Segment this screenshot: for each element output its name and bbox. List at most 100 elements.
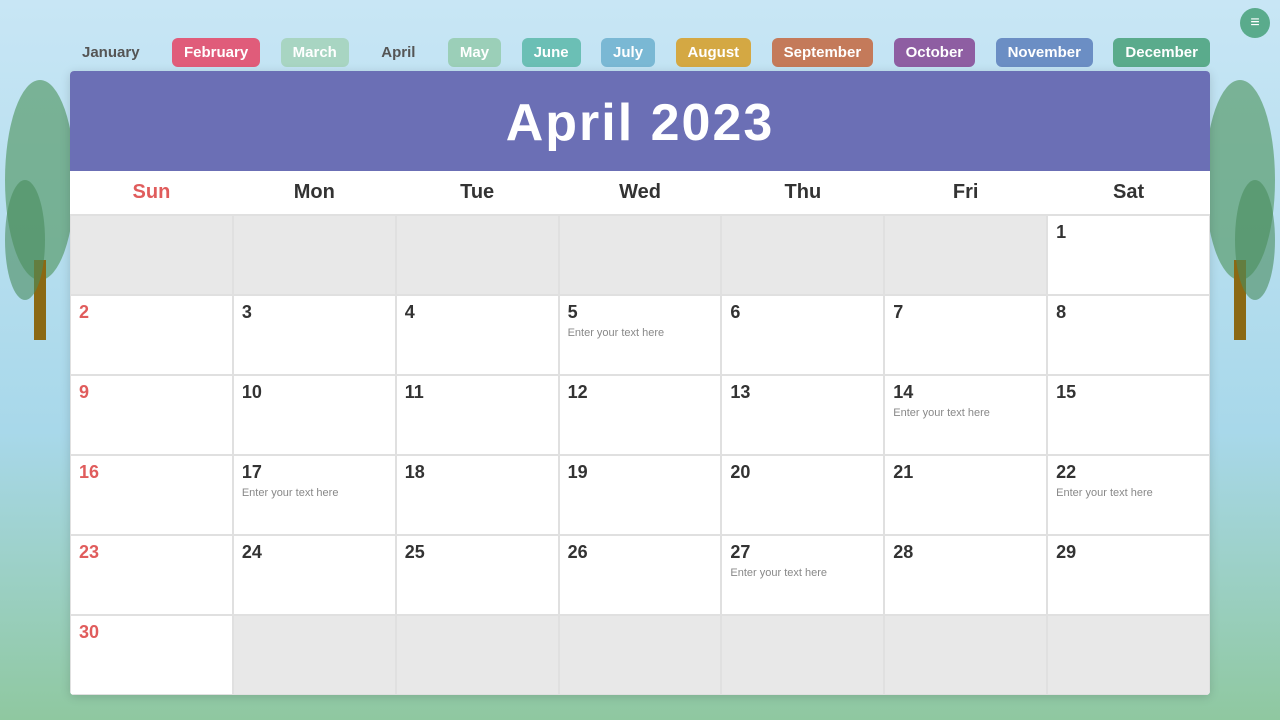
calendar-cell-28[interactable]: 28 <box>884 535 1047 615</box>
tab-september[interactable]: September <box>772 38 874 67</box>
day-number: 11 <box>405 382 550 403</box>
day-number: 2 <box>79 302 224 323</box>
calendar-cell-empty-2 <box>396 215 559 295</box>
calendar-cell-21[interactable]: 21 <box>884 455 1047 535</box>
day-number: 29 <box>1056 542 1201 563</box>
tab-november[interactable]: November <box>996 38 1093 67</box>
tab-october[interactable]: October <box>894 38 976 67</box>
day-number: 10 <box>242 382 387 403</box>
calendar-cell-8[interactable]: 8 <box>1047 295 1210 375</box>
cell-event-text[interactable]: Enter your text here <box>1056 487 1201 499</box>
calendar-cell-30[interactable]: 30 <box>70 615 233 695</box>
day-header-thu: Thu <box>721 171 884 214</box>
calendar-cell-1[interactable]: 1 <box>1047 215 1210 295</box>
calendar-cell-empty-39 <box>721 615 884 695</box>
calendar-cell-7[interactable]: 7 <box>884 295 1047 375</box>
tab-august[interactable]: August <box>676 38 752 67</box>
day-header-fri: Fri <box>884 171 1047 214</box>
day-number: 24 <box>242 542 387 563</box>
cell-event-text[interactable]: Enter your text here <box>568 327 713 339</box>
day-number: 12 <box>568 382 713 403</box>
calendar-cell-empty-1 <box>233 215 396 295</box>
day-number: 26 <box>568 542 713 563</box>
day-number: 17 <box>242 462 387 483</box>
calendar-cell-11[interactable]: 11 <box>396 375 559 455</box>
calendar-cell-3[interactable]: 3 <box>233 295 396 375</box>
calendar-cell-2[interactable]: 2 <box>70 295 233 375</box>
calendar-cell-empty-40 <box>884 615 1047 695</box>
month-tabs: January February March April May June July Augu… <box>70 38 1210 67</box>
day-number: 5 <box>568 302 713 323</box>
day-number: 7 <box>893 302 1038 323</box>
calendar-cell-18[interactable]: 18 <box>396 455 559 535</box>
day-header-tue: Tue <box>396 171 559 214</box>
day-header-sun: Sun <box>70 171 233 214</box>
day-number: 30 <box>79 622 224 643</box>
day-number: 21 <box>893 462 1038 483</box>
calendar-cell-10[interactable]: 10 <box>233 375 396 455</box>
cell-event-text[interactable]: Enter your text here <box>730 567 875 579</box>
cell-event-text[interactable]: Enter your text here <box>893 407 1038 419</box>
calendar-cell-14[interactable]: 14 Enter your text here <box>884 375 1047 455</box>
day-number: 4 <box>405 302 550 323</box>
day-number: 13 <box>730 382 875 403</box>
day-number: 1 <box>1056 222 1201 243</box>
tab-december[interactable]: December <box>1113 38 1210 67</box>
tab-july[interactable]: July <box>601 38 655 67</box>
calendar-cell-19[interactable]: 19 <box>559 455 722 535</box>
calendar-cell-23[interactable]: 23 <box>70 535 233 615</box>
calendar-cell-20[interactable]: 20 <box>721 455 884 535</box>
day-number: 27 <box>730 542 875 563</box>
calendar-cell-empty-36 <box>233 615 396 695</box>
day-number: 8 <box>1056 302 1201 323</box>
day-number: 9 <box>79 382 224 403</box>
calendar-cell-25[interactable]: 25 <box>396 535 559 615</box>
calendar-cell-13[interactable]: 13 <box>721 375 884 455</box>
calendar-cell-empty-5 <box>884 215 1047 295</box>
day-number: 23 <box>79 542 224 563</box>
calendar-cell-empty-41 <box>1047 615 1210 695</box>
day-number: 14 <box>893 382 1038 403</box>
day-number: 20 <box>730 462 875 483</box>
main-container: January February March April May June July Augu… <box>0 0 1280 720</box>
cell-event-text[interactable]: Enter your text here <box>242 487 387 499</box>
day-number: 25 <box>405 542 550 563</box>
calendar-cell-29[interactable]: 29 <box>1047 535 1210 615</box>
calendar-cell-12[interactable]: 12 <box>559 375 722 455</box>
day-header-wed: Wed <box>559 171 722 214</box>
calendar-cell-17[interactable]: 17 Enter your text here <box>233 455 396 535</box>
tab-april[interactable]: April <box>369 38 427 67</box>
tab-may[interactable]: May <box>448 38 501 67</box>
day-number: 28 <box>893 542 1038 563</box>
calendar-cell-5[interactable]: 5 Enter your text here <box>559 295 722 375</box>
day-number: 18 <box>405 462 550 483</box>
calendar-grid: 12345Enter your text here67891011121314E… <box>70 215 1210 695</box>
calendar-cell-26[interactable]: 26 <box>559 535 722 615</box>
calendar-cell-empty-4 <box>721 215 884 295</box>
day-number: 15 <box>1056 382 1201 403</box>
calendar-cell-6[interactable]: 6 <box>721 295 884 375</box>
calendar-cell-4[interactable]: 4 <box>396 295 559 375</box>
calendar-header: April 2023 ≡ <box>70 71 1210 171</box>
tab-march[interactable]: March <box>281 38 349 67</box>
calendar-cell-empty-38 <box>559 615 722 695</box>
day-number: 22 <box>1056 462 1201 483</box>
calendar-cell-27[interactable]: 27 Enter your text here <box>721 535 884 615</box>
day-number: 6 <box>730 302 875 323</box>
calendar-cell-24[interactable]: 24 <box>233 535 396 615</box>
calendar-cell-empty-3 <box>559 215 722 295</box>
day-number: 3 <box>242 302 387 323</box>
calendar-title: April 2023 <box>506 94 775 152</box>
calendar-cell-empty-0 <box>70 215 233 295</box>
calendar-cell-9[interactable]: 9 <box>70 375 233 455</box>
tab-january[interactable]: January <box>70 38 152 67</box>
day-header-mon: Mon <box>233 171 396 214</box>
calendar-cell-16[interactable]: 16 <box>70 455 233 535</box>
calendar-cell-15[interactable]: 15 <box>1047 375 1210 455</box>
tab-february[interactable]: February <box>172 38 260 67</box>
calendar: April 2023 ≡ SunMonTueWedThuFriSat 12345… <box>70 71 1210 695</box>
day-headers-row: SunMonTueWedThuFriSat <box>70 171 1210 215</box>
calendar-cell-empty-37 <box>396 615 559 695</box>
tab-june[interactable]: June <box>522 38 581 67</box>
calendar-cell-22[interactable]: 22 Enter your text here <box>1047 455 1210 535</box>
